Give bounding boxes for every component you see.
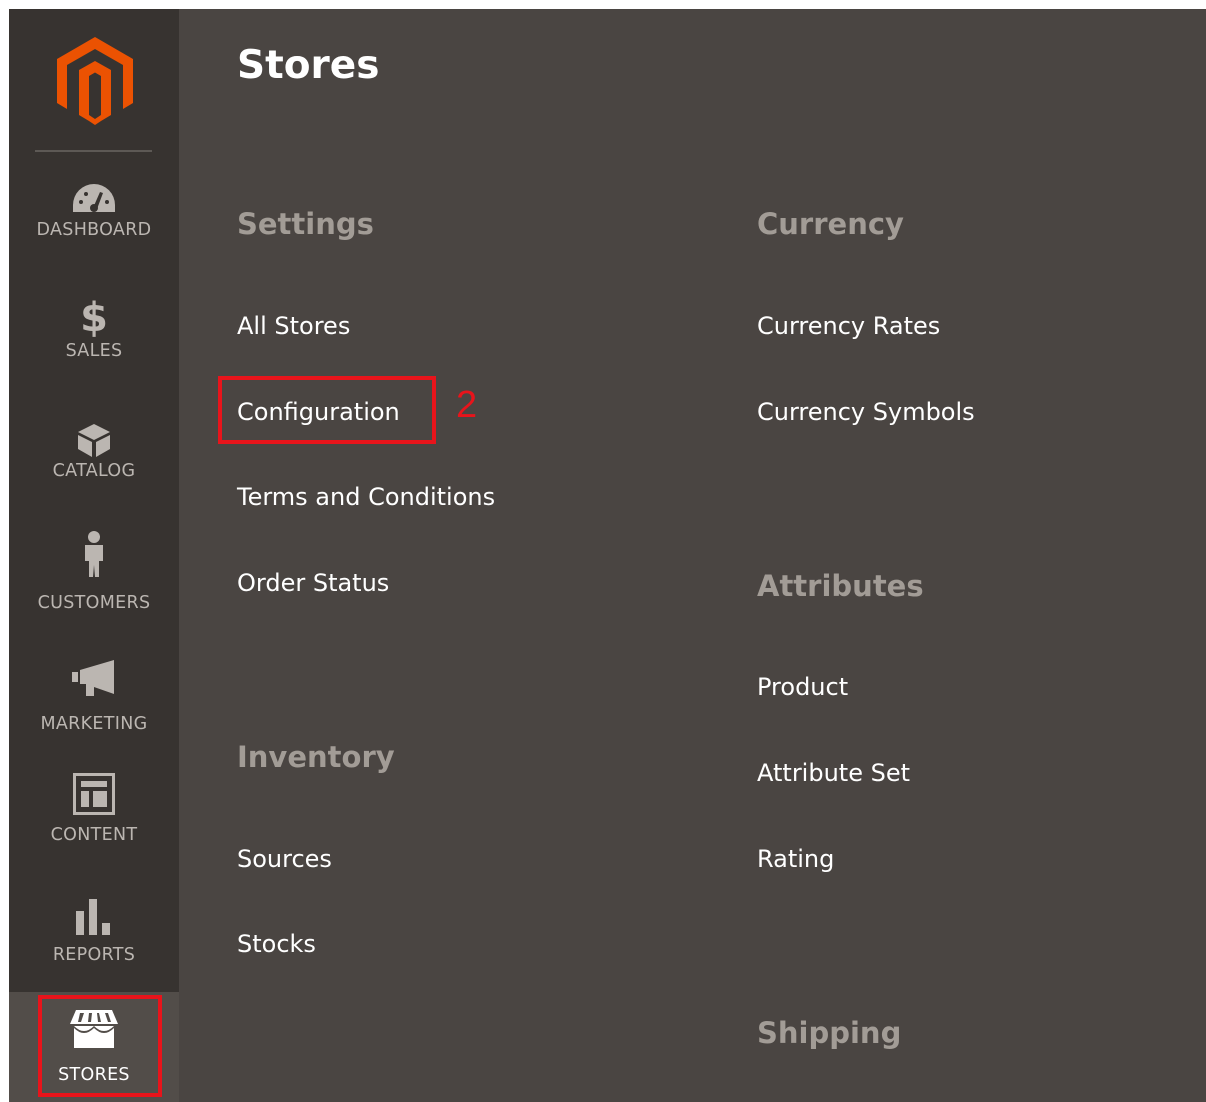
box-icon: [9, 414, 179, 458]
link-attribute-set[interactable]: Attribute Set: [757, 759, 910, 787]
link-all-stores[interactable]: All Stores: [237, 312, 350, 340]
sidebar-item-label: REPORTS: [52, 945, 136, 965]
link-sources[interactable]: Sources: [237, 845, 332, 873]
speedometer-icon: [9, 174, 179, 214]
layout-icon: [9, 769, 179, 815]
bar-chart-icon: [9, 889, 179, 935]
sidebar-item-customers[interactable]: CUSTOMERS: [9, 529, 179, 649]
sidebar-item-dashboard[interactable]: DASHBOARD: [9, 174, 179, 294]
sidebar-item-sales[interactable]: $ SALES: [9, 294, 179, 414]
sidebar-item-content[interactable]: CONTENT: [9, 769, 179, 889]
section-title-inventory: Inventory: [237, 740, 395, 774]
section-title-currency: Currency: [757, 207, 904, 241]
highlight-box-stores: [38, 995, 162, 1097]
link-currency-symbols[interactable]: Currency Symbols: [757, 398, 975, 426]
sidebar-item-catalog[interactable]: CATALOG: [9, 414, 179, 534]
magento-logo-icon[interactable]: [57, 37, 133, 125]
sidebar-item-label: CATALOG: [52, 461, 136, 481]
sidebar-item-label: MARKETING: [40, 714, 148, 734]
step-marker-2: 2: [456, 384, 478, 426]
section-title-settings: Settings: [237, 207, 374, 241]
sidebar-item-label: SALES: [65, 341, 123, 361]
link-terms-and-conditions[interactable]: Terms and Conditions: [237, 483, 495, 511]
person-icon: [9, 529, 179, 577]
admin-sidebar: DASHBOARD $ SALES CATALOG CUSTOMERS MARK…: [9, 9, 179, 1102]
link-rating[interactable]: Rating: [757, 845, 834, 873]
link-stocks[interactable]: Stocks: [237, 930, 316, 958]
dollar-icon: $: [80, 295, 108, 341]
section-title-attributes: Attributes: [757, 569, 924, 603]
sidebar-item-marketing[interactable]: MARKETING: [9, 654, 179, 774]
logo-divider: [35, 150, 152, 152]
link-order-status[interactable]: Order Status: [237, 569, 389, 597]
sidebar-item-label: DASHBOARD: [36, 220, 152, 240]
stores-flyout-panel: Stores Settings All Stores Configuration…: [179, 9, 1206, 1102]
highlight-box-configuration: [218, 376, 436, 444]
megaphone-icon: [9, 654, 179, 696]
sidebar-item-label: CONTENT: [50, 825, 138, 845]
sidebar-item-label: CUSTOMERS: [37, 593, 151, 613]
sidebar-item-reports[interactable]: REPORTS: [9, 889, 179, 1009]
page-title: Stores: [237, 43, 380, 88]
link-product[interactable]: Product: [757, 673, 848, 701]
section-title-shipping: Shipping: [757, 1016, 902, 1050]
link-currency-rates[interactable]: Currency Rates: [757, 312, 940, 340]
